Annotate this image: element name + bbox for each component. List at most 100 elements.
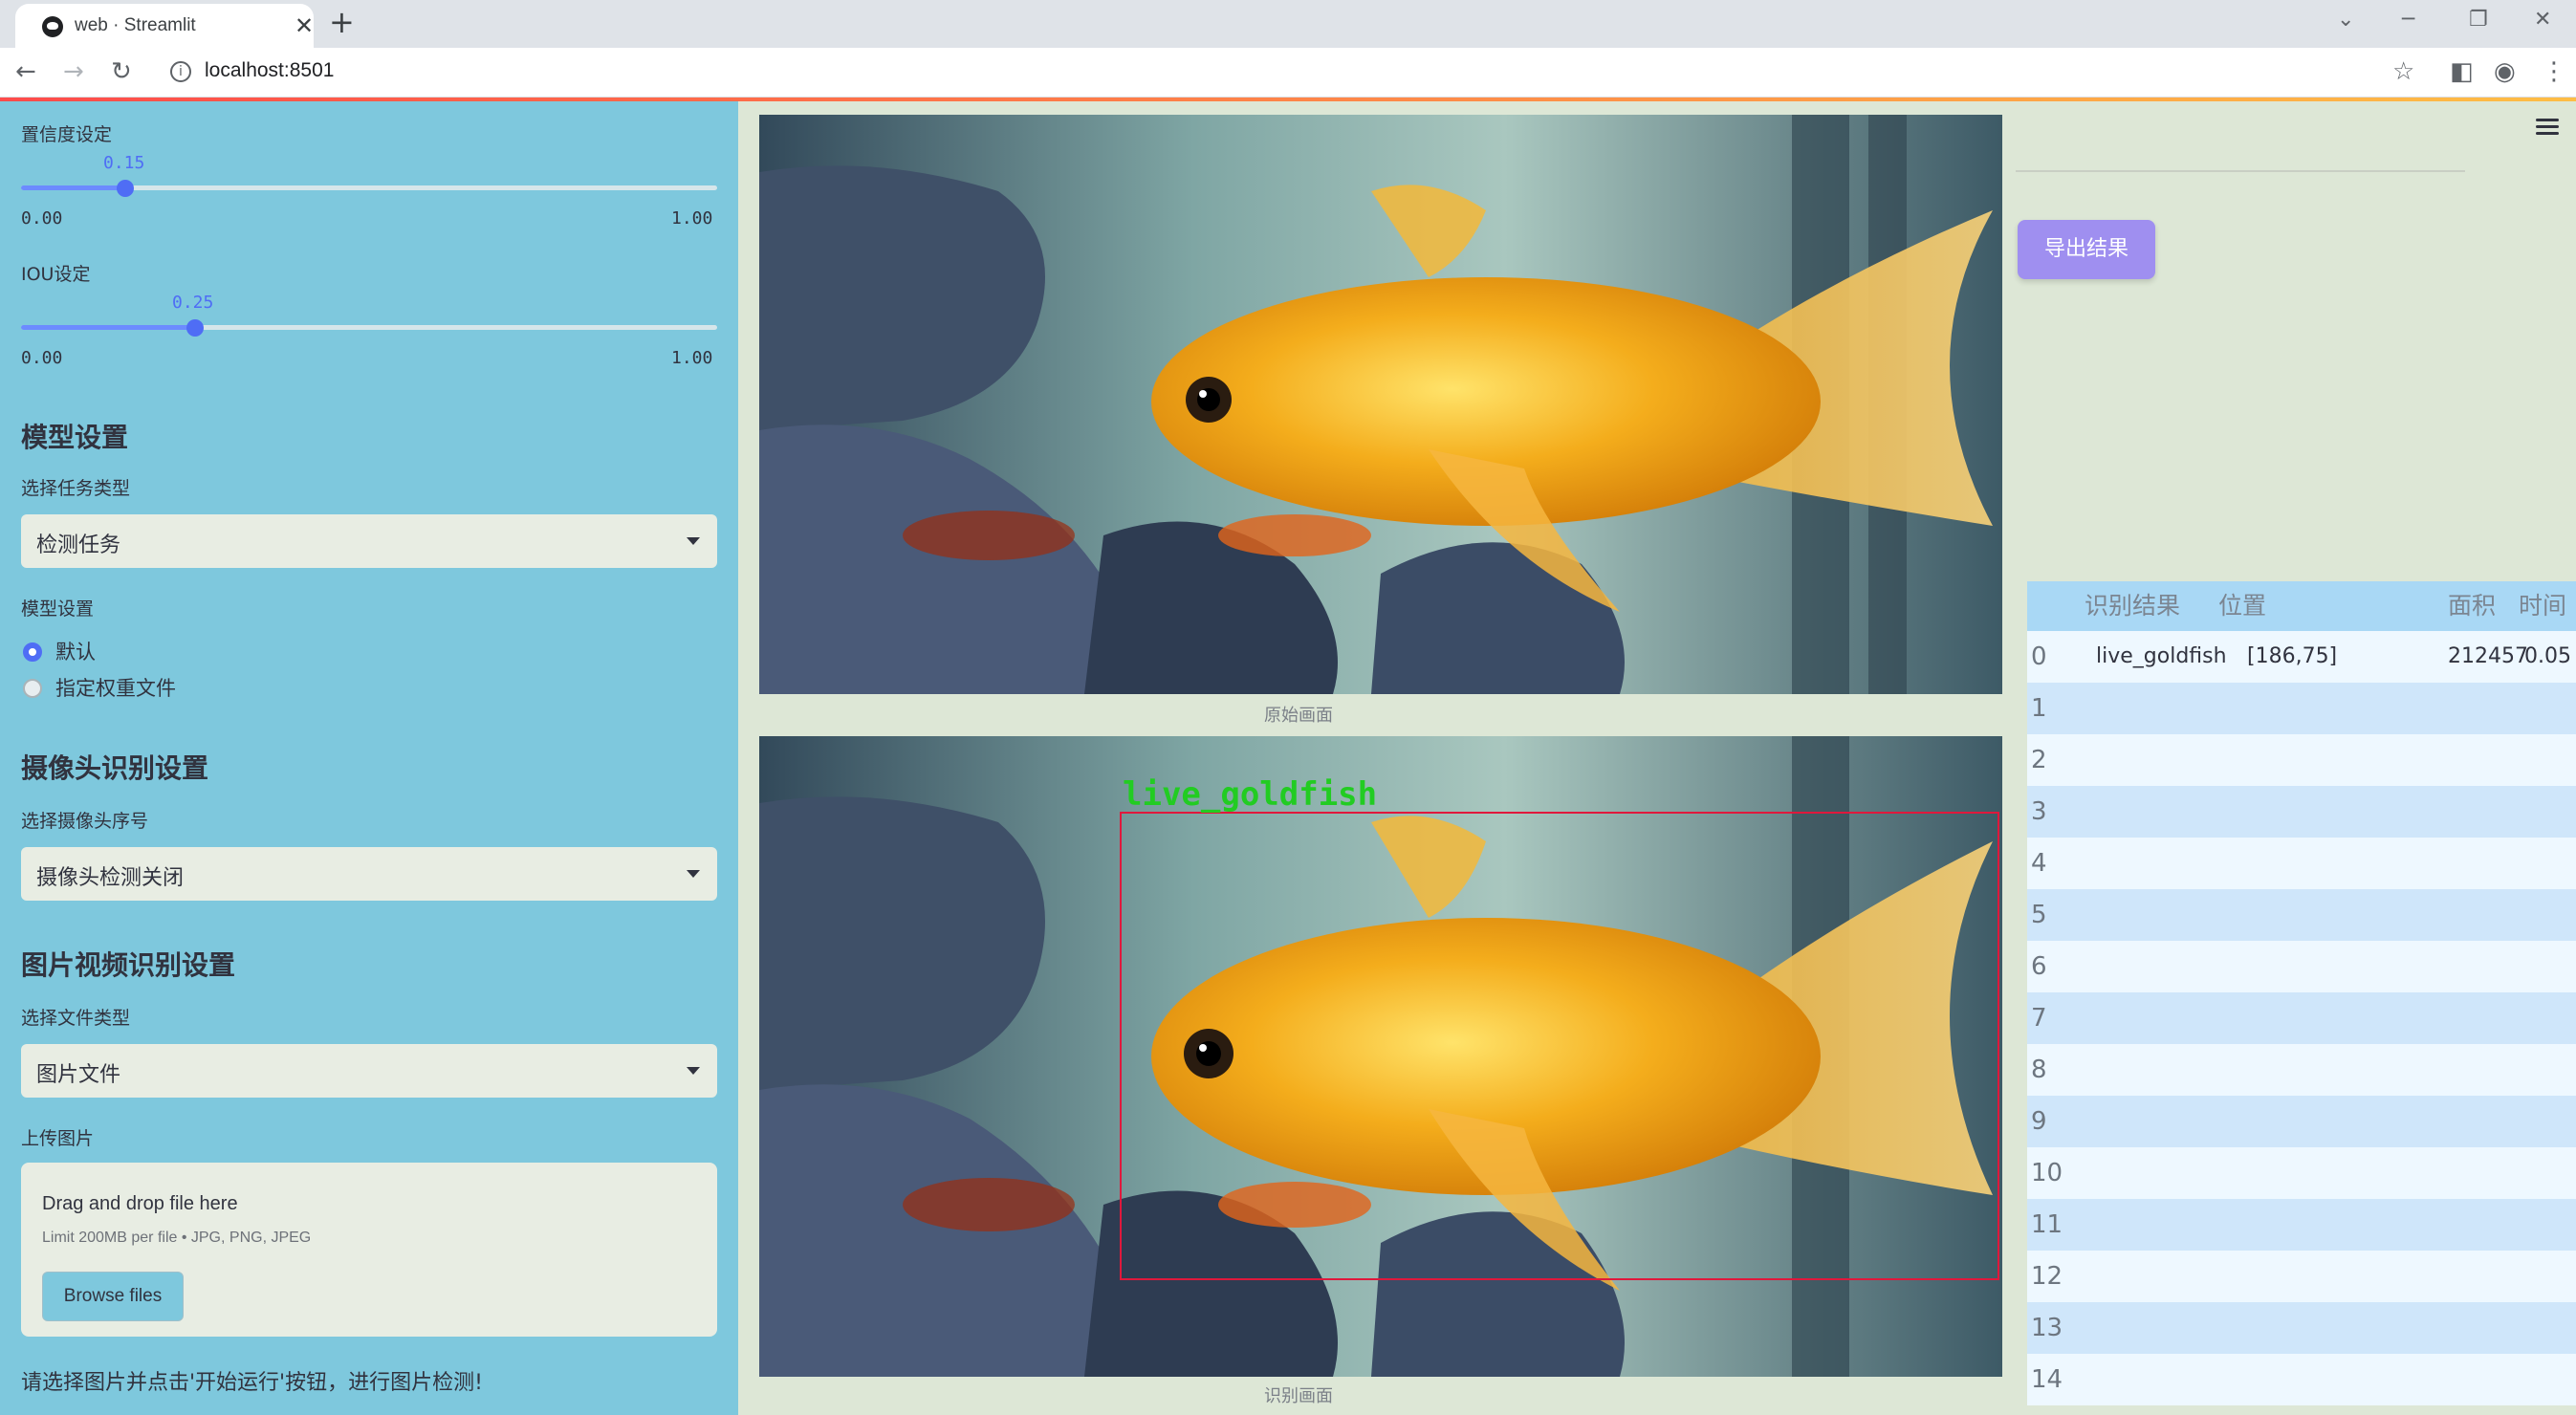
forward-arrow-icon[interactable]: → [63,57,84,86]
table-row[interactable]: 8 [2027,1044,2576,1096]
radio-custom-weights[interactable] [23,679,42,698]
camera-settings-heading: 摄像头识别设置 [21,752,209,784]
drag-drop-text: Drag and drop file here [42,1193,238,1214]
table-row[interactable]: 9 [2027,1096,2576,1147]
table-row[interactable]: 12 [2027,1251,2576,1302]
tab-close-icon[interactable]: ✕ [295,12,314,39]
tab-search-chevron-icon[interactable]: ⌄ [2337,8,2354,32]
address-bar: ← → ↻ i localhost:8501 ☆ ◧ ◉ ⋮ [0,48,2576,98]
divider [2016,170,2465,172]
upload-label: 上传图片 [21,1128,95,1149]
camera-index-label: 选择摄像头序号 [21,811,149,832]
row-index: 2 [2031,746,2047,774]
table-header-position[interactable]: 位置 [2211,581,2440,631]
tab-title: web · Streamlit [75,15,196,35]
browser-tab[interactable]: web · Streamlit ✕ [15,4,314,48]
confidence-slider-fill [21,185,126,190]
sidebar: 置信度设定 0.15 0.00 1.00 IOU设定 0.25 0.00 1.0… [0,101,738,1415]
detected-image-caption: 识别画面 [1264,1386,1333,1406]
table-row[interactable]: 11 [2027,1199,2576,1251]
iou-label: IOU设定 [21,264,91,285]
table-row[interactable]: 0 live_goldfish [186,75] 212457 0.05 [2027,631,2576,683]
camera-index-select[interactable]: 摄像头检测关闭 [21,847,717,901]
chevron-down-icon [687,537,700,545]
export-results-button[interactable]: 导出结果 [2018,220,2155,279]
model-settings-heading: 模型设置 [21,422,129,453]
back-arrow-icon[interactable]: ← [15,57,36,86]
iou-slider-thumb[interactable] [186,319,204,337]
cell-area: 212457 [2448,644,2528,668]
file-type-value: 图片文件 [36,1063,121,1087]
iou-min: 0.00 [21,348,63,368]
camera-index-value: 摄像头检测关闭 [36,866,185,890]
table-row[interactable]: 14 [2027,1354,2576,1405]
media-settings-heading: 图片视频识别设置 [21,949,236,981]
table-row[interactable]: 13 [2027,1302,2576,1354]
table-row[interactable]: 7 [2027,992,2576,1044]
cell-position: [186,75] [2247,644,2338,668]
original-image [759,115,2002,694]
task-type-label: 选择任务类型 [21,478,131,499]
side-panel-icon[interactable]: ◧ [2450,57,2474,86]
radio-default-label: 默认 [55,641,96,664]
file-type-select[interactable]: 图片文件 [21,1044,717,1098]
row-index: 0 [2031,642,2047,671]
table-row[interactable]: 10 [2027,1147,2576,1199]
goldfish-photo [759,115,2002,694]
browse-files-button[interactable]: Browse files [42,1272,184,1321]
table-row[interactable]: 6 [2027,941,2576,992]
table-row[interactable]: 1 [2027,683,2576,734]
reload-icon[interactable]: ↻ [111,57,132,86]
table-header-result[interactable]: 识别结果 [2077,581,2211,631]
cell-result: live_goldfish [2096,644,2227,668]
table-header-index [2027,581,2077,631]
iou-value: 0.25 [172,293,214,313]
detection-label: live_goldfish [1123,775,1377,814]
table-header-area[interactable]: 面积 [2440,581,2511,631]
profile-avatar-icon[interactable]: ◉ [2494,57,2516,86]
iou-slider[interactable] [21,325,717,330]
window-close-icon[interactable]: ✕ [2534,8,2551,32]
row-index: 8 [2031,1056,2047,1084]
row-index: 11 [2031,1210,2063,1239]
row-index: 10 [2031,1159,2063,1187]
confidence-min: 0.00 [21,208,63,229]
row-index: 4 [2031,849,2047,878]
confidence-slider-thumb[interactable] [117,180,135,197]
table-row[interactable]: 5 [2027,889,2576,941]
upload-limit-text: Limit 200MB per file • JPG, PNG, JPEG [42,1230,312,1246]
table-row[interactable]: 3 [2027,786,2576,838]
url-field[interactable]: localhost:8501 [205,59,334,82]
row-index: 14 [2031,1365,2063,1394]
confidence-max: 1.00 [671,208,713,229]
results-table[interactable]: 识别结果 位置 面积 时间 0 live_goldfish [186,75] 2124… [2027,581,2576,1415]
streamlit-favicon-icon [42,16,63,37]
table-row[interactable]: 4 [2027,838,2576,889]
task-type-value: 检测任务 [36,533,121,557]
restore-icon[interactable]: ❐ [2469,8,2488,32]
confidence-label: 置信度设定 [21,124,113,145]
file-type-label: 选择文件类型 [21,1008,131,1029]
table-row[interactable]: 2 [2027,734,2576,786]
bookmark-star-icon[interactable]: ☆ [2392,57,2414,86]
original-image-caption: 原始画面 [1264,706,1333,726]
minimize-icon[interactable]: ─ [2402,8,2414,32]
site-info-icon[interactable]: i [170,61,191,82]
iou-max: 1.00 [671,348,713,368]
chevron-down-icon [687,870,700,878]
radio-custom-weights-label: 指定权重文件 [55,677,176,700]
confidence-value: 0.15 [103,153,145,173]
browser-tab-bar: web · Streamlit ✕ + ⌄ ─ ❐ ✕ [0,0,2576,48]
table-header-time[interactable]: 时间 [2511,581,2576,631]
hamburger-menu-icon[interactable] [2536,119,2559,136]
row-index: 6 [2031,952,2047,981]
row-index: 7 [2031,1004,2047,1033]
row-index: 5 [2031,901,2047,929]
goldfish-detection-photo: live_goldfish [759,736,2002,1377]
row-index: 3 [2031,797,2047,826]
task-type-select[interactable]: 检测任务 [21,514,717,568]
radio-default[interactable] [23,642,42,662]
new-tab-icon[interactable]: + [329,4,355,40]
browser-menu-icon[interactable]: ⋮ [2542,57,2566,86]
file-uploader-dropzone[interactable]: Drag and drop file here Limit 200MB per … [21,1163,717,1337]
